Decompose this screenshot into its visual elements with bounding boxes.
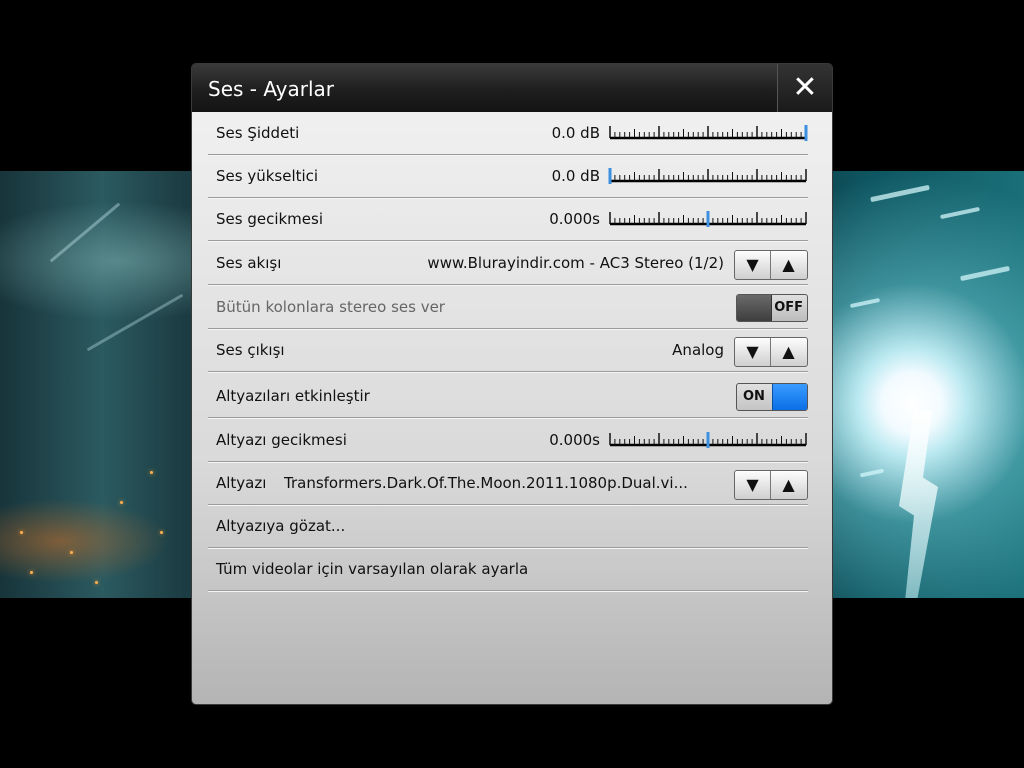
arrow-up-icon: ▲ (782, 255, 795, 274)
audio-stream-label: Ses akışı (216, 254, 282, 272)
row-browse-subtitle[interactable]: Altyazıya gözat... (208, 505, 808, 548)
row-stereo-all: Bütün kolonlara stereo ses ver OFF (208, 286, 808, 329)
close-icon: ✕ (792, 70, 818, 105)
row-subtitle: Altyazı Transformers.Dark.Of.The.Moon.20… (208, 462, 808, 505)
audio-delay-value: 0.000s (549, 210, 600, 228)
audio-stream-next-button[interactable]: ▲ (771, 251, 806, 279)
close-button[interactable]: ✕ (777, 64, 832, 112)
row-subs-enable: Altyazıları etkinleştir ON (208, 375, 808, 418)
arrow-up-icon: ▲ (782, 342, 795, 361)
sub-delay-value: 0.000s (549, 431, 600, 449)
arrow-up-icon: ▲ (782, 475, 795, 494)
subs-enable-label: Altyazıları etkinleştir (216, 387, 370, 405)
volume-label: Ses Şiddeti (216, 124, 300, 142)
toggle-knob (737, 295, 772, 321)
arrow-down-icon: ▼ (746, 342, 759, 361)
volume-slider[interactable] (608, 125, 808, 141)
boost-label: Ses yükseltici (216, 167, 319, 185)
subtitle-next-button[interactable]: ▲ (771, 471, 806, 499)
slider-handle (608, 168, 612, 184)
subtitle-prev-button[interactable]: ▼ (735, 471, 771, 499)
boost-slider[interactable] (608, 168, 808, 184)
subtitle-label: Altyazı (216, 474, 267, 492)
audio-output-value: Analog (672, 341, 724, 359)
slider-handle (804, 125, 808, 141)
audio-output-next-button[interactable]: ▲ (771, 338, 806, 366)
audio-output-spinner: ▼ ▲ (734, 337, 808, 367)
audio-stream-spinner: ▼ ▲ (734, 250, 808, 280)
subtitle-value: Transformers.Dark.Of.The.Moon.2011.1080p… (284, 474, 688, 492)
row-boost: Ses yükseltici 0.0 dB (208, 155, 808, 198)
row-sub-delay: Altyazı gecikmesi 0.000s (208, 419, 808, 462)
set-default-label: Tüm videolar için varsayılan olarak ayar… (216, 560, 529, 578)
dialog-title: Ses - Ayarlar (208, 77, 335, 101)
audio-output-prev-button[interactable]: ▼ (735, 338, 771, 366)
sub-delay-slider[interactable] (608, 432, 808, 448)
row-volume: Ses Şiddeti 0.0 dB (208, 112, 808, 155)
dialog-titlebar: Ses - Ayarlar ✕ (192, 64, 832, 113)
audio-stream-value: www.Blurayindir.com - AC3 Stereo (1/2) (427, 254, 724, 272)
stereo-all-toggle[interactable]: OFF (736, 294, 808, 322)
subtitle-spinner: ▼ ▲ (734, 470, 808, 500)
stereo-all-label: Bütün kolonlara stereo ses ver (216, 298, 445, 316)
slider-handle (706, 211, 710, 227)
slider-handle (706, 432, 710, 448)
volume-value: 0.0 dB (551, 124, 600, 142)
toggle-state: ON (743, 389, 765, 404)
boost-value: 0.0 dB (551, 167, 600, 185)
row-set-default[interactable]: Tüm videolar için varsayılan olarak ayar… (208, 548, 808, 591)
subs-enable-toggle[interactable]: ON (736, 383, 808, 411)
browse-subtitle-label: Altyazıya gözat... (216, 517, 346, 535)
audio-delay-label: Ses gecikmesi (216, 210, 324, 228)
audio-stream-prev-button[interactable]: ▼ (735, 251, 771, 279)
toggle-state: OFF (774, 300, 803, 315)
arrow-down-icon: ▼ (746, 255, 759, 274)
sub-delay-label: Altyazı gecikmesi (216, 431, 347, 449)
audio-delay-slider[interactable] (608, 211, 808, 227)
audio-settings-dialog: Ses - Ayarlar ✕ Ses Şiddeti 0.0 dB Ses y… (192, 64, 832, 704)
row-audio-delay: Ses gecikmesi 0.000s (208, 198, 808, 241)
audio-output-label: Ses çıkışı (216, 341, 285, 359)
toggle-fill (772, 384, 807, 410)
settings-list: Ses Şiddeti 0.0 dB Ses yükseltici 0.0 dB… (192, 112, 832, 704)
arrow-down-icon: ▼ (746, 475, 759, 494)
row-audio-output: Ses çıkışı Analog ▼ ▲ (208, 329, 808, 372)
row-audio-stream: Ses akışı www.Blurayindir.com - AC3 Ster… (208, 242, 808, 285)
